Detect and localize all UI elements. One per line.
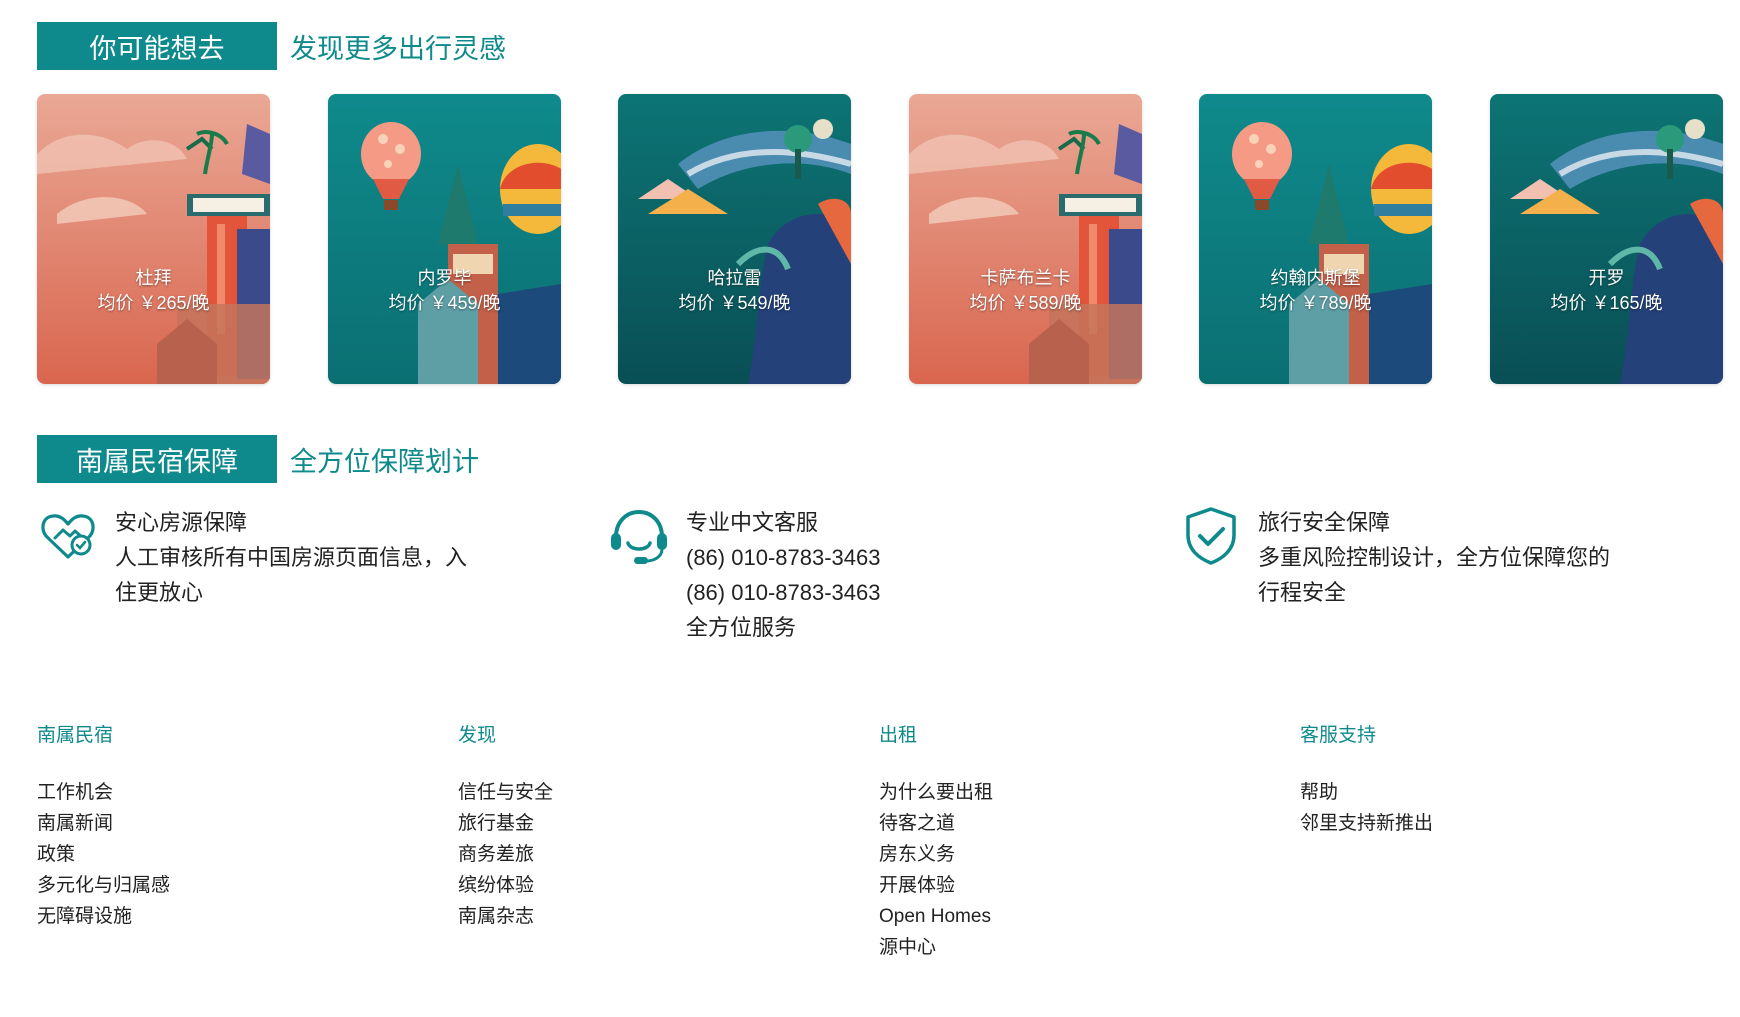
footer-link-list: 帮助 邻里支持新推出: [1300, 777, 1433, 839]
destination-caption: 杜拜均价 ￥265/晚: [37, 266, 270, 316]
destination-price: 均价 ￥459/晚: [388, 293, 501, 313]
footer-link[interactable]: 待客之道: [879, 808, 993, 839]
destination-illustration: [618, 94, 851, 384]
destination-price: 均价 ￥589/晚: [969, 293, 1082, 313]
footer-link-list: 信任与安全 旅行基金 商务差旅 缤纷体验 南属杂志: [458, 777, 553, 932]
destination-cards: 杜拜 均价 ￥265/晚 内罗毕 均价 ￥459/晚 哈拉雷 均价 ￥549/晚…: [37, 94, 1723, 384]
destination-caption: 约翰内斯堡均价 ￥789/晚: [1199, 266, 1432, 316]
footer-link-list: 工作机会 南属新闻 政策 多元化与归属感 无障碍设施: [37, 777, 170, 932]
heart-handshake-icon: [37, 505, 99, 567]
footer-link[interactable]: 开展体验: [879, 870, 993, 901]
destination-caption: 哈拉雷均价 ￥549/晚: [618, 266, 851, 316]
shield-check-icon: [1180, 505, 1242, 567]
guarantee-text: 安心房源保障 人工审核所有中国房源页面信息，入 住更放心: [115, 505, 467, 610]
destination-card[interactable]: 约翰内斯堡均价 ￥789/晚: [1199, 94, 1432, 384]
destination-price: 均价 ￥265/晚: [97, 293, 210, 313]
destination-card[interactable]: 开罗均价 ￥165/晚: [1490, 94, 1723, 384]
destination-card[interactable]: 内罗毕均价 ￥459/晚: [328, 94, 561, 384]
phone-number[interactable]: (86) 010-8783-3463: [686, 540, 880, 575]
destination-card[interactable]: 杜拜均价 ￥265/晚: [37, 94, 270, 384]
destination-illustration: [328, 94, 561, 384]
footer-link[interactable]: 南属杂志: [458, 901, 553, 932]
destination-caption: 开罗均价 ￥165/晚: [1490, 266, 1723, 316]
destination-city: 内罗毕: [417, 268, 472, 288]
footer-link-list: 为什么要出租 待客之道 房东义务 开展体验 Open Homes 源中心: [879, 777, 993, 963]
footer-column-title: 发现: [458, 725, 497, 746]
footer-link[interactable]: 政策: [37, 839, 170, 870]
destination-price: 均价 ￥549/晚: [678, 293, 791, 313]
destination-price: 均价 ￥165/晚: [1550, 293, 1663, 313]
destination-city: 杜拜: [135, 268, 172, 288]
phone-number[interactable]: (86) 010-8783-3463: [686, 575, 880, 610]
footer-link[interactable]: 房东义务: [879, 839, 993, 870]
guarantee-title: 专业中文客服: [686, 510, 819, 535]
guarantee-line: 人工审核所有中国房源页面信息，入: [115, 545, 468, 570]
destination-price: 均价 ￥789/晚: [1259, 293, 1372, 313]
footer-link[interactable]: 源中心: [879, 932, 993, 963]
destination-illustration: [909, 94, 1142, 384]
destination-city: 卡萨布兰卡: [980, 268, 1071, 288]
section-header-guarantee: 南属民宿保障 全方位保障划计: [37, 435, 479, 483]
destination-illustration: [1490, 94, 1723, 384]
guarantee-list: 安心房源保障 人工审核所有中国房源页面信息，入 住更放心 专业中文客服 (86)…: [37, 505, 1717, 665]
footer-link[interactable]: 旅行基金: [458, 808, 553, 839]
guarantee-line: 多重风险控制设计，全方位保障您的: [1258, 545, 1611, 570]
headset-icon: [608, 505, 670, 567]
destination-card[interactable]: 哈拉雷均价 ￥549/晚: [618, 94, 851, 384]
destination-city: 开罗: [1588, 268, 1625, 288]
footer-link[interactable]: 工作机会: [37, 777, 170, 808]
footer-link[interactable]: 邻里支持新推出: [1300, 808, 1433, 839]
section-header-destinations: 你可能想去 发现更多出行灵感: [37, 22, 506, 70]
destination-illustration: [37, 94, 270, 384]
footer-link[interactable]: 为什么要出租: [879, 777, 993, 808]
destination-caption: 卡萨布兰卡均价 ￥589/晚: [909, 266, 1142, 316]
guarantee-line: 住更放心: [115, 580, 204, 605]
section-subtitle: 全方位保障划计: [290, 446, 479, 477]
footer-link[interactable]: 无障碍设施: [37, 901, 170, 932]
footer-link[interactable]: 信任与安全: [458, 777, 553, 808]
footer-column-title: 客服支持: [1300, 725, 1377, 746]
footer-link[interactable]: 缤纷体验: [458, 870, 553, 901]
footer-column-support: 客服支持 帮助 邻里支持新推出: [1300, 722, 1680, 834]
footer-link[interactable]: 多元化与归属感: [37, 870, 170, 901]
footer-column-title: 南属民宿: [37, 725, 114, 746]
section-badge: 南属民宿保障: [37, 435, 277, 483]
guarantee-line: 全方位服务: [686, 615, 797, 640]
footer-link[interactable]: 帮助: [1300, 777, 1433, 808]
footer-column-brand: 南属民宿 工作机会 南属新闻 政策 多元化与归属感 无障碍设施: [37, 722, 417, 927]
guarantee-title: 旅行安全保障: [1258, 510, 1391, 535]
section-subtitle[interactable]: 发现更多出行灵感: [290, 27, 506, 66]
footer-column-host: 出租 为什么要出租 待客之道 房东义务 开展体验 Open Homes 源中心: [879, 722, 1259, 958]
section-badge: 你可能想去: [37, 22, 277, 70]
footer-link[interactable]: 商务差旅: [458, 839, 553, 870]
guarantee-line: 行程安全: [1258, 580, 1347, 605]
destination-caption: 内罗毕均价 ￥459/晚: [328, 266, 561, 316]
footer-link[interactable]: 南属新闻: [37, 808, 170, 839]
destination-illustration: [1199, 94, 1432, 384]
destination-city: 哈拉雷: [707, 268, 762, 288]
guarantee-title: 安心房源保障: [115, 510, 248, 535]
destination-city: 约翰内斯堡: [1270, 268, 1361, 288]
footer-link[interactable]: Open Homes: [879, 901, 993, 932]
footer-column-discover: 发现 信任与安全 旅行基金 商务差旅 缤纷体验 南属杂志: [458, 722, 838, 927]
guarantee-text: 旅行安全保障 多重风险控制设计，全方位保障您的 行程安全: [1258, 505, 1610, 610]
destination-card[interactable]: 卡萨布兰卡均价 ￥589/晚: [909, 94, 1142, 384]
footer-column-title: 出租: [879, 725, 918, 746]
guarantee-text: 专业中文客服 (86) 010-8783-3463 (86) 010-8783-…: [686, 505, 880, 645]
